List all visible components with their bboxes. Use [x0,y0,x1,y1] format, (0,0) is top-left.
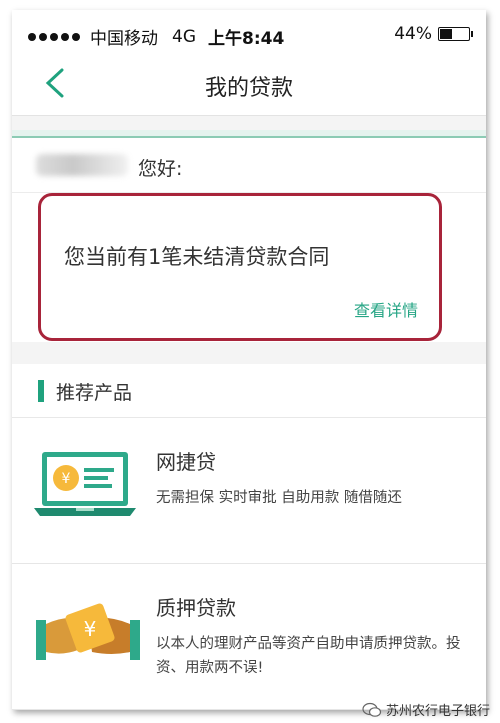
greeting-text: 您好: [138,158,183,180]
wechat-icon [362,702,382,717]
svg-text:¥: ¥ [84,617,97,641]
network-type: 4G [172,26,196,47]
product-name: 网捷贷 [156,450,216,474]
svg-text:¥: ¥ [62,471,71,487]
navigation-bar: 我的贷款 [12,50,486,116]
phone-screenshot: 中国移动 4G 上午8:44 44% 我的贷款 您好: 您当前有1笔未结清贷款合… [12,10,486,710]
battery-icon [438,27,473,41]
greeting-row: 您好: [12,138,486,192]
blurred-username [36,154,128,176]
battery-indicator: 44% [394,24,473,44]
signal-icon [28,32,80,41]
product-name: 质押贷款 [156,596,236,620]
loan-summary-card: 您当前有1笔未结清贷款合同 查看详情 [12,192,486,342]
laptop-coin-icon: ¥ [32,444,144,534]
page-title: 我的贷款 [204,76,293,101]
watermark-text: 苏州农行电子银行 [385,704,490,719]
clock: 上午8:44 [208,29,285,49]
battery-percent: 44% [394,24,432,44]
section-accent-bar [38,380,44,402]
product-description: 以本人的理财产品等资产自助申请质押贷款。投资、用款两不误! [156,636,461,676]
product-description: 无需担保 实时审批 自助用款 随借随还 [156,490,402,506]
product-item-wangjiedai[interactable]: ¥ 网捷贷 无需担保 实时审批 自助用款 随借随还 [12,418,486,564]
handshake-coin-icon: ¥ [32,590,144,680]
status-bar: 中国移动 4G 上午8:44 44% [12,10,486,50]
loan-summary-message: 您当前有1笔未结清贷款合同 [64,245,330,269]
accent-divider [12,130,486,138]
section-title: 推荐产品 [56,382,133,404]
product-item-pledge-loan[interactable]: ¥ 质押贷款 以本人的理财产品等资产自助申请质押贷款。投资、用款两不误! [12,564,486,710]
carrier-indicator: 中国移动 4G [28,24,196,49]
view-details-link[interactable]: 查看详情 [354,297,418,321]
carrier-name: 中国移动 [90,29,158,49]
wechat-watermark: 苏州农行电子银行 [362,700,490,719]
recommended-section-header: 推荐产品 [12,364,486,418]
